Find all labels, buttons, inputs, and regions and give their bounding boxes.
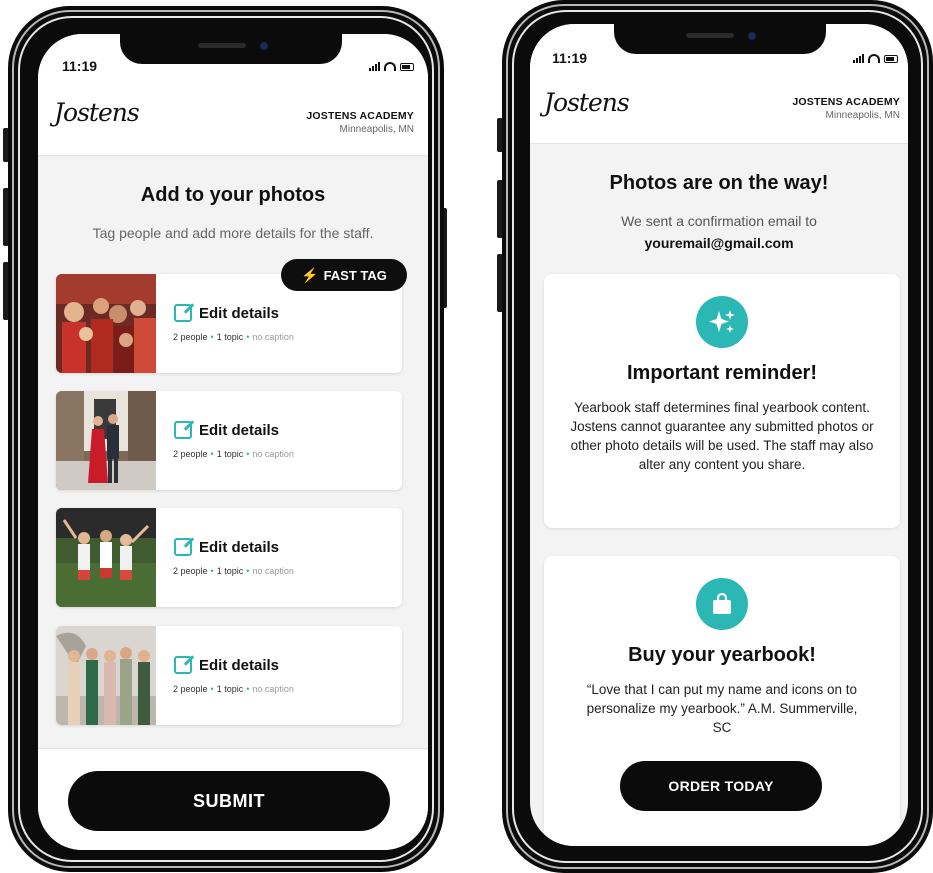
status-icons	[853, 54, 898, 63]
page-subtitle: Tag people and add more details for the …	[92, 225, 374, 241]
edit-details-link[interactable]: Edit details	[174, 421, 279, 439]
camera	[260, 42, 268, 50]
edit-icon	[174, 538, 192, 556]
yearbook-card: Buy your yearbook! “Love that I can put …	[544, 556, 900, 846]
wifi-icon	[868, 54, 880, 63]
school-name: JOSTENS ACADEMY	[306, 110, 414, 122]
edit-icon	[174, 421, 192, 439]
school-info: JOSTENS ACADEMY Minneapolis, MN	[792, 96, 900, 121]
testimonial-text: “Love that I can put my name and icons o…	[586, 682, 858, 735]
wifi-icon	[384, 62, 396, 71]
photo-card[interactable]: Edit details 2 people • 1 topic • no caption	[56, 391, 402, 490]
photo-meta: 2 people • 1 topic • no caption	[173, 449, 294, 459]
edit-details-link[interactable]: Edit details	[174, 304, 279, 322]
speaker	[686, 33, 734, 38]
reminder-card: Important reminder! Yearbook staff deter…	[544, 274, 900, 528]
reminder-body: Yearbook staff determines final yearbook…	[570, 400, 874, 472]
edit-details-label: Edit details	[199, 304, 280, 322]
school-info: JOSTENS ACADEMY Minneapolis, MN	[306, 110, 414, 135]
submit-button[interactable]: SUBMIT	[68, 771, 390, 831]
school-name: JOSTENS ACADEMY	[792, 96, 900, 108]
fast-tag-label: FAST TAG	[323, 267, 387, 283]
photo-card[interactable]: Edit details 2 people • 1 topic • no caption	[56, 626, 402, 725]
lightning-icon: ⚡	[301, 266, 319, 283]
phone-frame-left: 11:19 Jostens JOSTENS ACADEMY Minneapoli…	[8, 6, 444, 872]
photo-thumbnail	[56, 626, 156, 725]
notch	[120, 34, 342, 64]
page-title: Add to your photos	[140, 184, 326, 206]
edit-details-label: Edit details	[199, 538, 280, 556]
edit-details-link[interactable]: Edit details	[174, 656, 279, 674]
notch	[614, 24, 826, 54]
edit-details-label: Edit details	[199, 421, 280, 439]
status-icons	[369, 62, 414, 71]
photo-thumbnail	[56, 274, 156, 373]
order-today-button[interactable]: ORDER TODAY	[620, 761, 822, 811]
battery-icon	[884, 55, 898, 63]
phone-frame-right: 11:19 Jostens JOSTENS ACADEMY Minneapoli…	[502, 0, 933, 873]
edit-details-label: Edit details	[199, 656, 280, 674]
photo-meta: 2 people • 1 topic • no caption	[173, 684, 294, 694]
speaker	[198, 43, 246, 48]
school-location: Minneapolis, MN	[825, 110, 900, 121]
email-address: youremail@gmail.com	[644, 235, 794, 251]
signal-icon	[369, 62, 380, 71]
jostens-logo[interactable]: Jostens	[544, 88, 630, 117]
app-header: Jostens JOSTENS ACADEMY Minneapolis, MN	[530, 70, 908, 144]
edit-icon	[174, 656, 192, 674]
phone-screen-right: 11:19 Jostens JOSTENS ACADEMY Minneapoli…	[530, 24, 908, 846]
photo-meta: 2 people • 1 topic • no caption	[173, 566, 294, 576]
edit-icon	[174, 304, 192, 322]
signal-icon	[853, 54, 864, 63]
confirmation-text: We sent a confirmation email to	[621, 213, 817, 229]
shopping-bag-icon	[696, 578, 748, 630]
sparkle-icon	[696, 296, 748, 348]
edit-details-link[interactable]: Edit details	[174, 538, 279, 556]
school-location: Minneapolis, MN	[339, 124, 414, 135]
yearbook-title: Buy your yearbook!	[628, 644, 816, 666]
status-time: 11:19	[62, 58, 98, 74]
bottom-bar: SUBMIT	[38, 748, 428, 850]
status-time: 11:19	[552, 50, 588, 66]
photo-thumbnail	[56, 391, 156, 490]
app-header: Jostens JOSTENS ACADEMY Minneapolis, MN	[38, 80, 428, 156]
page-title: Photos are on the way!	[609, 172, 829, 194]
camera	[748, 32, 756, 40]
fast-tag-button[interactable]: ⚡ FAST TAG	[281, 259, 407, 291]
phone-screen-left: 11:19 Jostens JOSTENS ACADEMY Minneapoli…	[38, 34, 428, 850]
reminder-title: Important reminder!	[626, 362, 818, 384]
photo-meta: 2 people • 1 topic • no caption	[173, 332, 294, 342]
battery-icon	[400, 63, 414, 71]
jostens-logo[interactable]: Jostens	[54, 98, 140, 127]
photo-card[interactable]: Edit details 2 people • 1 topic • no caption	[56, 508, 402, 607]
photo-thumbnail	[56, 508, 156, 607]
